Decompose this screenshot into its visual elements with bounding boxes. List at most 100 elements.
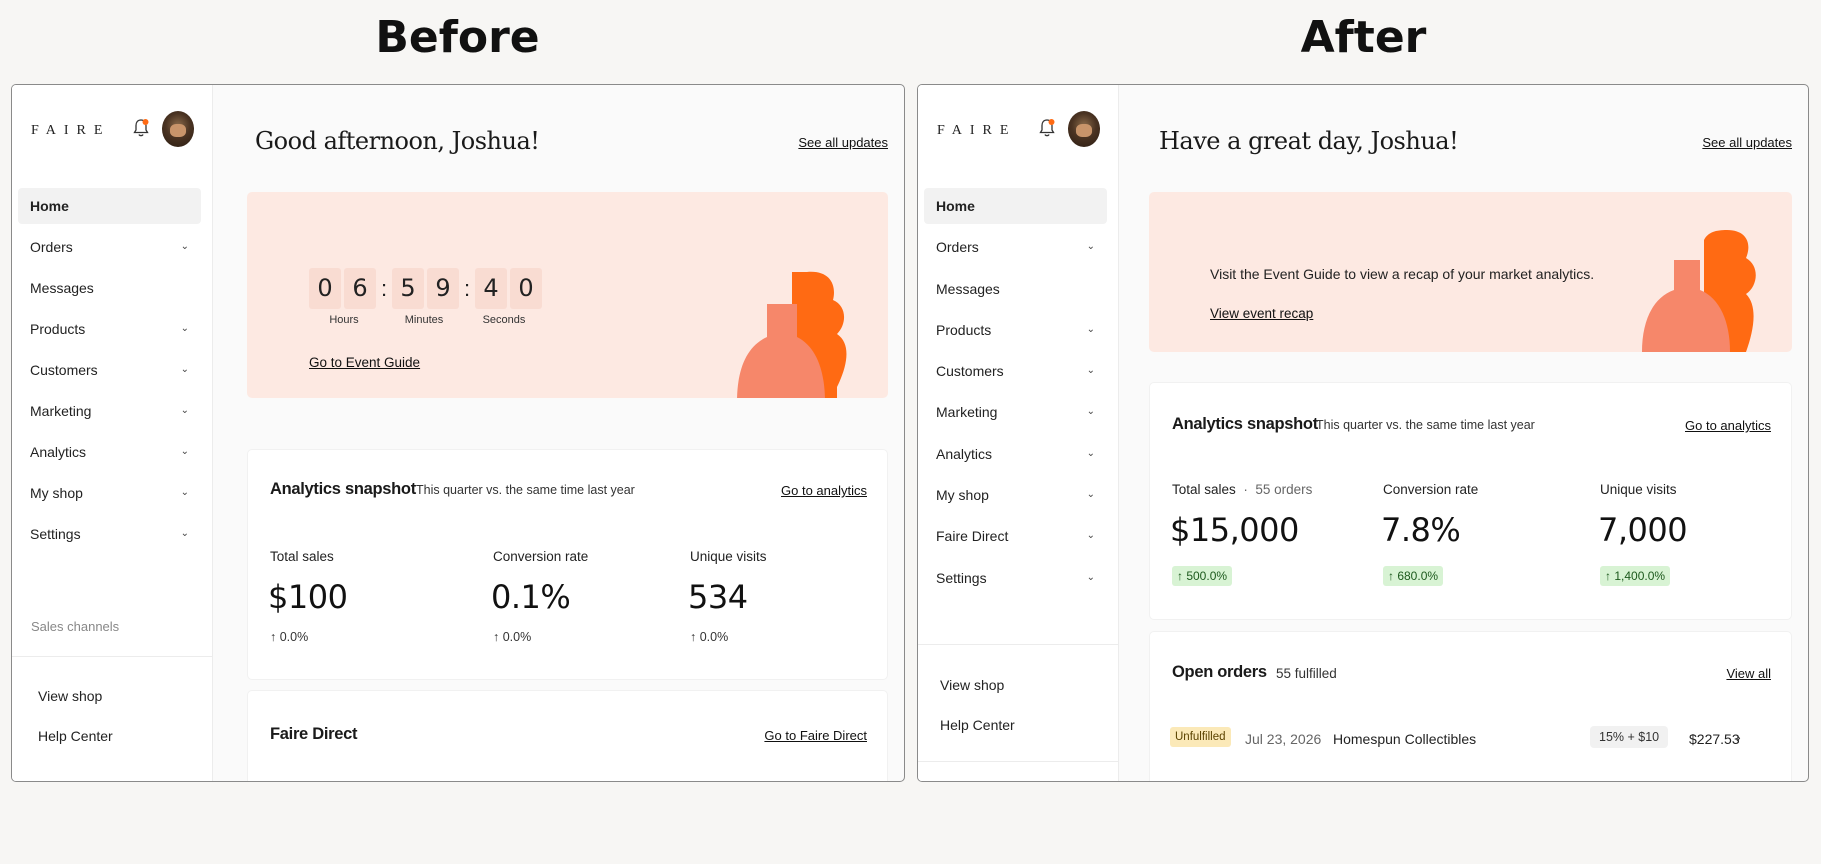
chevron-down-icon: ⌄ bbox=[180, 323, 189, 334]
sidebar-item-faire-direct[interactable]: Faire Direct ⌄ bbox=[924, 518, 1107, 554]
help-center-link[interactable]: Help Center bbox=[38, 728, 113, 744]
analytics-snapshot-subtitle: This quarter vs. the same time last year bbox=[416, 483, 635, 497]
unique-visits-delta: ↑ 0.0% bbox=[690, 630, 729, 644]
sidebar-item-orders[interactable]: Orders ⌄ bbox=[18, 229, 201, 265]
analytics-snapshot-card: Analytics snapshot This quarter vs. the … bbox=[247, 449, 888, 680]
chevron-down-icon: ⌄ bbox=[180, 446, 189, 457]
sidebar-item-label: Settings bbox=[936, 569, 987, 586]
sidebar-item-products[interactable]: Products ⌄ bbox=[924, 312, 1107, 348]
sidebar-item-label: Products bbox=[30, 321, 86, 337]
sidebar-item-settings[interactable]: Settings ⌄ bbox=[18, 516, 201, 552]
conversion-rate-value: 0.1% bbox=[491, 578, 571, 616]
after-heading: After bbox=[1300, 12, 1427, 63]
chevron-down-icon: ⌄ bbox=[1086, 447, 1095, 459]
see-all-updates-link[interactable]: See all updates bbox=[1702, 135, 1792, 150]
chevron-right-icon[interactable]: › bbox=[1736, 729, 1741, 745]
chevron-down-icon: ⌄ bbox=[1086, 530, 1095, 542]
faire-direct-card: Faire Direct Go to Faire Direct bbox=[247, 690, 888, 781]
chevron-down-icon: ⌄ bbox=[1086, 365, 1095, 377]
sidebar-divider bbox=[918, 761, 1118, 762]
sidebar-item-analytics[interactable]: Analytics ⌄ bbox=[18, 434, 201, 470]
sidebar-item-label: Settings bbox=[30, 526, 81, 542]
bell-icon[interactable] bbox=[1038, 118, 1056, 138]
countdown-digit: 0 bbox=[309, 268, 341, 309]
chevron-down-icon: ⌄ bbox=[180, 241, 189, 252]
sidebar-item-label: Orders bbox=[30, 239, 73, 255]
view-all-orders-link[interactable]: View all bbox=[1726, 666, 1771, 681]
total-sales-label: Total sales bbox=[270, 549, 334, 564]
go-to-analytics-link[interactable]: Go to analytics bbox=[1685, 418, 1771, 433]
sidebar-item-label: Analytics bbox=[936, 445, 993, 462]
chevron-down-icon: ⌄ bbox=[1086, 489, 1095, 501]
unfulfilled-status-badge: Unfulfilled bbox=[1170, 727, 1231, 747]
avatar[interactable] bbox=[1068, 111, 1100, 147]
order-amount: $227.53 bbox=[1689, 731, 1740, 747]
total-sales-delta: ↑ 0.0% bbox=[270, 630, 309, 644]
sidebar-item-label: My shop bbox=[936, 487, 989, 504]
faire-logo[interactable]: FAIRE bbox=[937, 123, 1016, 139]
analytics-snapshot-title: Analytics snapshot bbox=[270, 480, 416, 498]
sidebar-item-marketing[interactable]: Marketing ⌄ bbox=[924, 394, 1107, 430]
go-to-faire-direct-link[interactable]: Go to Faire Direct bbox=[764, 728, 867, 743]
conversion-rate-label: Conversion rate bbox=[1383, 482, 1479, 497]
conversion-rate-label: Conversion rate bbox=[493, 549, 589, 564]
analytics-snapshot-card: Analytics snapshot This quarter vs. the … bbox=[1149, 382, 1792, 620]
faire-direct-title: Faire Direct bbox=[270, 725, 358, 743]
sidebar-item-customers[interactable]: Customers ⌄ bbox=[18, 352, 201, 388]
sidebar-item-home[interactable]: Home bbox=[924, 188, 1107, 224]
help-center-link[interactable]: Help Center bbox=[940, 717, 1015, 733]
sidebar-item-orders[interactable]: Orders ⌄ bbox=[924, 229, 1107, 265]
countdown-digit: 0 bbox=[510, 268, 542, 309]
sidebar-item-marketing[interactable]: Marketing ⌄ bbox=[18, 393, 201, 429]
chevron-down-icon: ⌄ bbox=[180, 487, 189, 498]
view-shop-link[interactable]: View shop bbox=[38, 688, 102, 704]
sidebar-item-label: My shop bbox=[30, 485, 83, 501]
main-content: Have a great day, Joshua! See all update… bbox=[1119, 85, 1808, 781]
sidebar-item-home[interactable]: Home bbox=[18, 188, 201, 224]
sidebar-nav: Home Orders ⌄ Messages Products ⌄ Customer… bbox=[924, 188, 1107, 601]
chevron-down-icon: ⌄ bbox=[1086, 241, 1095, 253]
sidebar-item-products[interactable]: Products ⌄ bbox=[18, 311, 201, 347]
sidebar-nav: Home Orders ⌄ Messages Products ⌄ Customer… bbox=[18, 188, 201, 557]
unique-visits-delta-badge: ↑ 1,400.0% bbox=[1600, 566, 1671, 586]
sidebar-item-analytics[interactable]: Analytics ⌄ bbox=[924, 436, 1107, 472]
countdown-digit: 5 bbox=[392, 268, 424, 309]
conversion-rate-delta-badge: ↑ 680.0% bbox=[1383, 566, 1444, 586]
sidebar-item-label: Messages bbox=[936, 280, 1000, 297]
chevron-down-icon: ⌄ bbox=[1086, 323, 1095, 335]
view-event-recap-link[interactable]: View event recap bbox=[1210, 306, 1313, 321]
avatar[interactable] bbox=[162, 111, 194, 147]
sidebar-item-label: Faire Direct bbox=[936, 528, 1009, 545]
countdown-digit: 4 bbox=[475, 268, 507, 309]
countdown-digit: 6 bbox=[344, 268, 376, 309]
page-title: Good afternoon, Joshua! bbox=[255, 127, 540, 155]
orders-count: 55 orders bbox=[1255, 482, 1313, 497]
commission-fee-badge: 15% + $10 bbox=[1590, 726, 1669, 748]
bell-icon[interactable] bbox=[132, 118, 150, 138]
sidebar-item-my-shop[interactable]: My shop ⌄ bbox=[924, 477, 1107, 513]
sidebar-item-label: Messages bbox=[30, 280, 94, 296]
open-orders-card: Open orders 55 fulfilled View all Unfulf… bbox=[1149, 631, 1792, 781]
view-shop-link[interactable]: View shop bbox=[940, 677, 1004, 693]
go-to-analytics-link[interactable]: Go to analytics bbox=[781, 483, 867, 498]
countdown-hours-label: Hours bbox=[329, 314, 359, 326]
sidebar-item-messages[interactable]: Messages bbox=[924, 271, 1107, 307]
faire-logo[interactable]: FAIRE bbox=[31, 123, 110, 139]
sidebar-item-my-shop[interactable]: My shop ⌄ bbox=[18, 475, 201, 511]
sidebar-item-label: Home bbox=[30, 198, 69, 214]
sidebar-item-label: Analytics bbox=[30, 444, 87, 460]
event-recap-message: Visit the Event Guide to view a recap of… bbox=[1210, 266, 1595, 282]
decorative-shapes-illustration bbox=[1642, 230, 1756, 352]
after-panel: FAIRE Home Orders ⌄ Messages Products ⌄ Cu… bbox=[917, 84, 1809, 782]
total-sales-value: $100 bbox=[268, 578, 348, 616]
sidebar-item-messages[interactable]: Messages bbox=[18, 270, 201, 306]
open-orders-title: Open orders bbox=[1172, 663, 1267, 681]
go-to-event-guide-link[interactable]: Go to Event Guide bbox=[309, 355, 420, 370]
dot-separator: · bbox=[1239, 482, 1252, 497]
see-all-updates-link[interactable]: See all updates bbox=[798, 135, 888, 150]
sales-channels-label: Sales channels bbox=[31, 619, 120, 634]
page-title: Have a great day, Joshua! bbox=[1159, 127, 1459, 155]
sidebar-item-customers[interactable]: Customers ⌄ bbox=[924, 353, 1107, 389]
retailer-name[interactable]: Homespun Collectibles bbox=[1333, 731, 1476, 747]
sidebar-item-settings[interactable]: Settings ⌄ bbox=[924, 560, 1107, 596]
